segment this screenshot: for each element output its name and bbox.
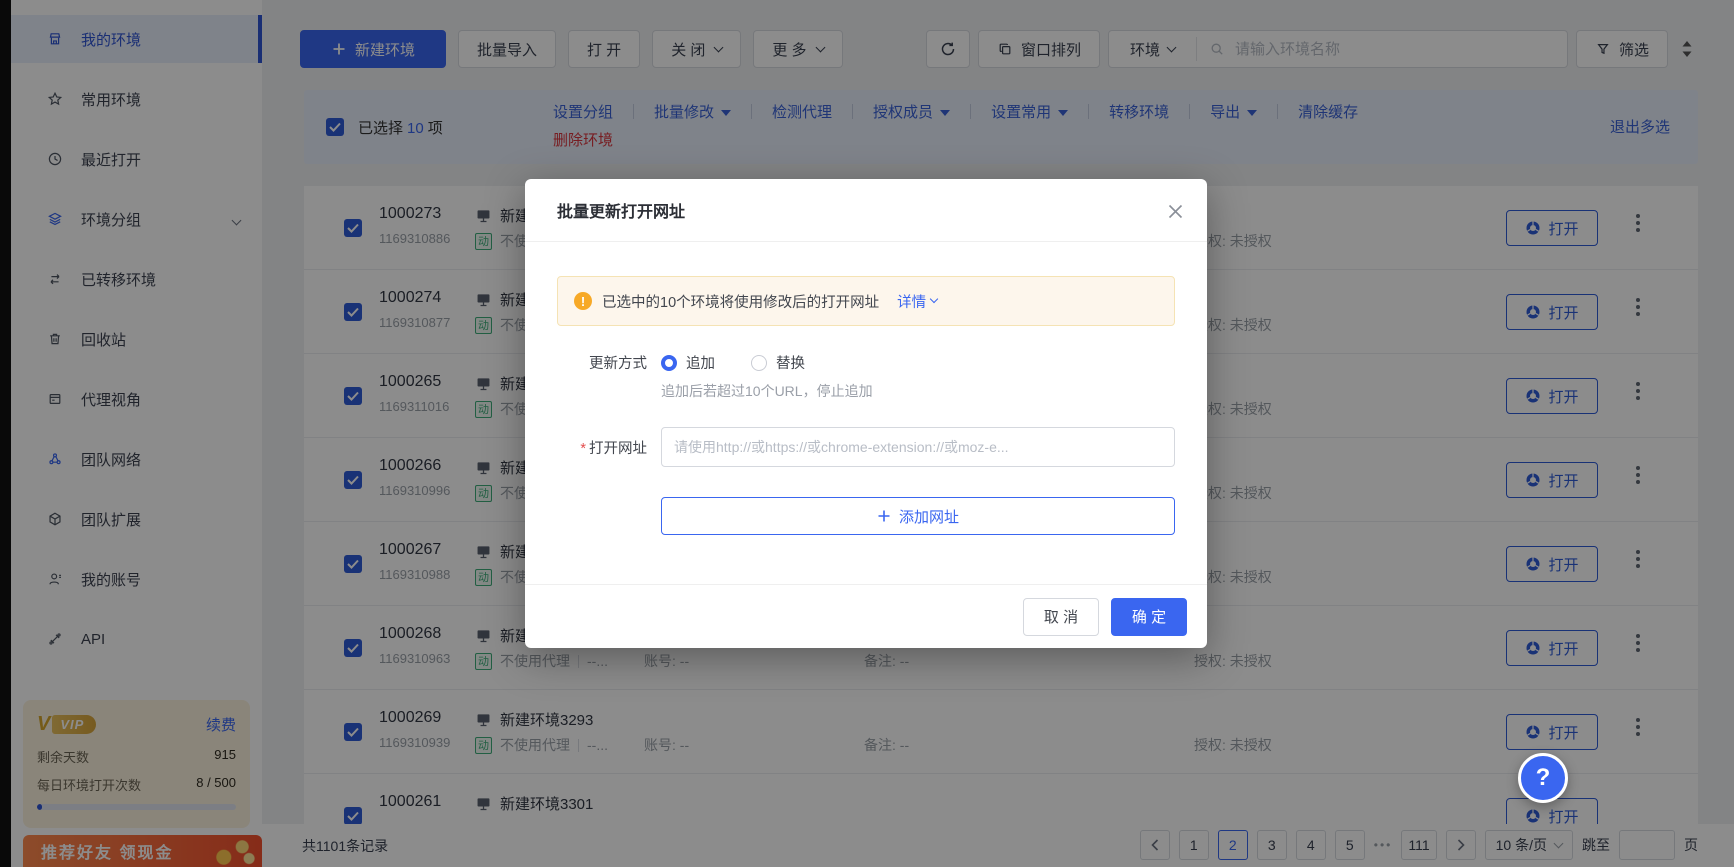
radio-replace[interactable]: 替换 bbox=[751, 352, 805, 373]
append-hint: 追加后若超过10个URL，停止追加 bbox=[661, 381, 1175, 401]
update-method-row: 更新方式 追加 替换 bbox=[557, 352, 1175, 373]
confirm-button[interactable]: 确 定 bbox=[1111, 598, 1187, 636]
close-icon[interactable] bbox=[1165, 201, 1185, 221]
required-mark: * bbox=[580, 441, 586, 457]
update-method-label: 更新方式 bbox=[557, 352, 647, 373]
screen: 我的环境 常用环境 最近打开 环境分组 已转移环境 回 bbox=[0, 0, 1734, 867]
help-button[interactable]: ? bbox=[1518, 753, 1568, 803]
radio-append[interactable]: 追加 bbox=[661, 352, 715, 373]
batch-update-url-modal: 批量更新打开网址 ! 已选中的10个环境将使用修改后的打开网址 详情 更新方式 … bbox=[525, 179, 1207, 648]
open-url-label: *打开网址 bbox=[557, 437, 647, 458]
modal-footer: 取 消 确 定 bbox=[525, 584, 1207, 648]
add-url-button[interactable]: 添加网址 bbox=[661, 497, 1175, 535]
open-url-row: *打开网址 bbox=[557, 427, 1175, 467]
detail-toggle[interactable]: 详情 bbox=[897, 291, 937, 312]
warning-text: 已选中的10个环境将使用修改后的打开网址 bbox=[602, 291, 879, 312]
radio-unselected-icon bbox=[751, 355, 767, 371]
plus-icon bbox=[877, 509, 891, 523]
modal-header: 批量更新打开网址 bbox=[525, 179, 1207, 242]
modal-title: 批量更新打开网址 bbox=[557, 198, 685, 222]
warning-icon: ! bbox=[574, 292, 592, 310]
radio-selected-icon bbox=[661, 355, 677, 371]
modal-body: ! 已选中的10个环境将使用修改后的打开网址 详情 更新方式 追加 替换 追加后… bbox=[525, 242, 1207, 535]
open-url-input[interactable] bbox=[661, 427, 1175, 467]
cancel-button[interactable]: 取 消 bbox=[1023, 598, 1099, 636]
warning-alert: ! 已选中的10个环境将使用修改后的打开网址 详情 bbox=[557, 276, 1175, 326]
